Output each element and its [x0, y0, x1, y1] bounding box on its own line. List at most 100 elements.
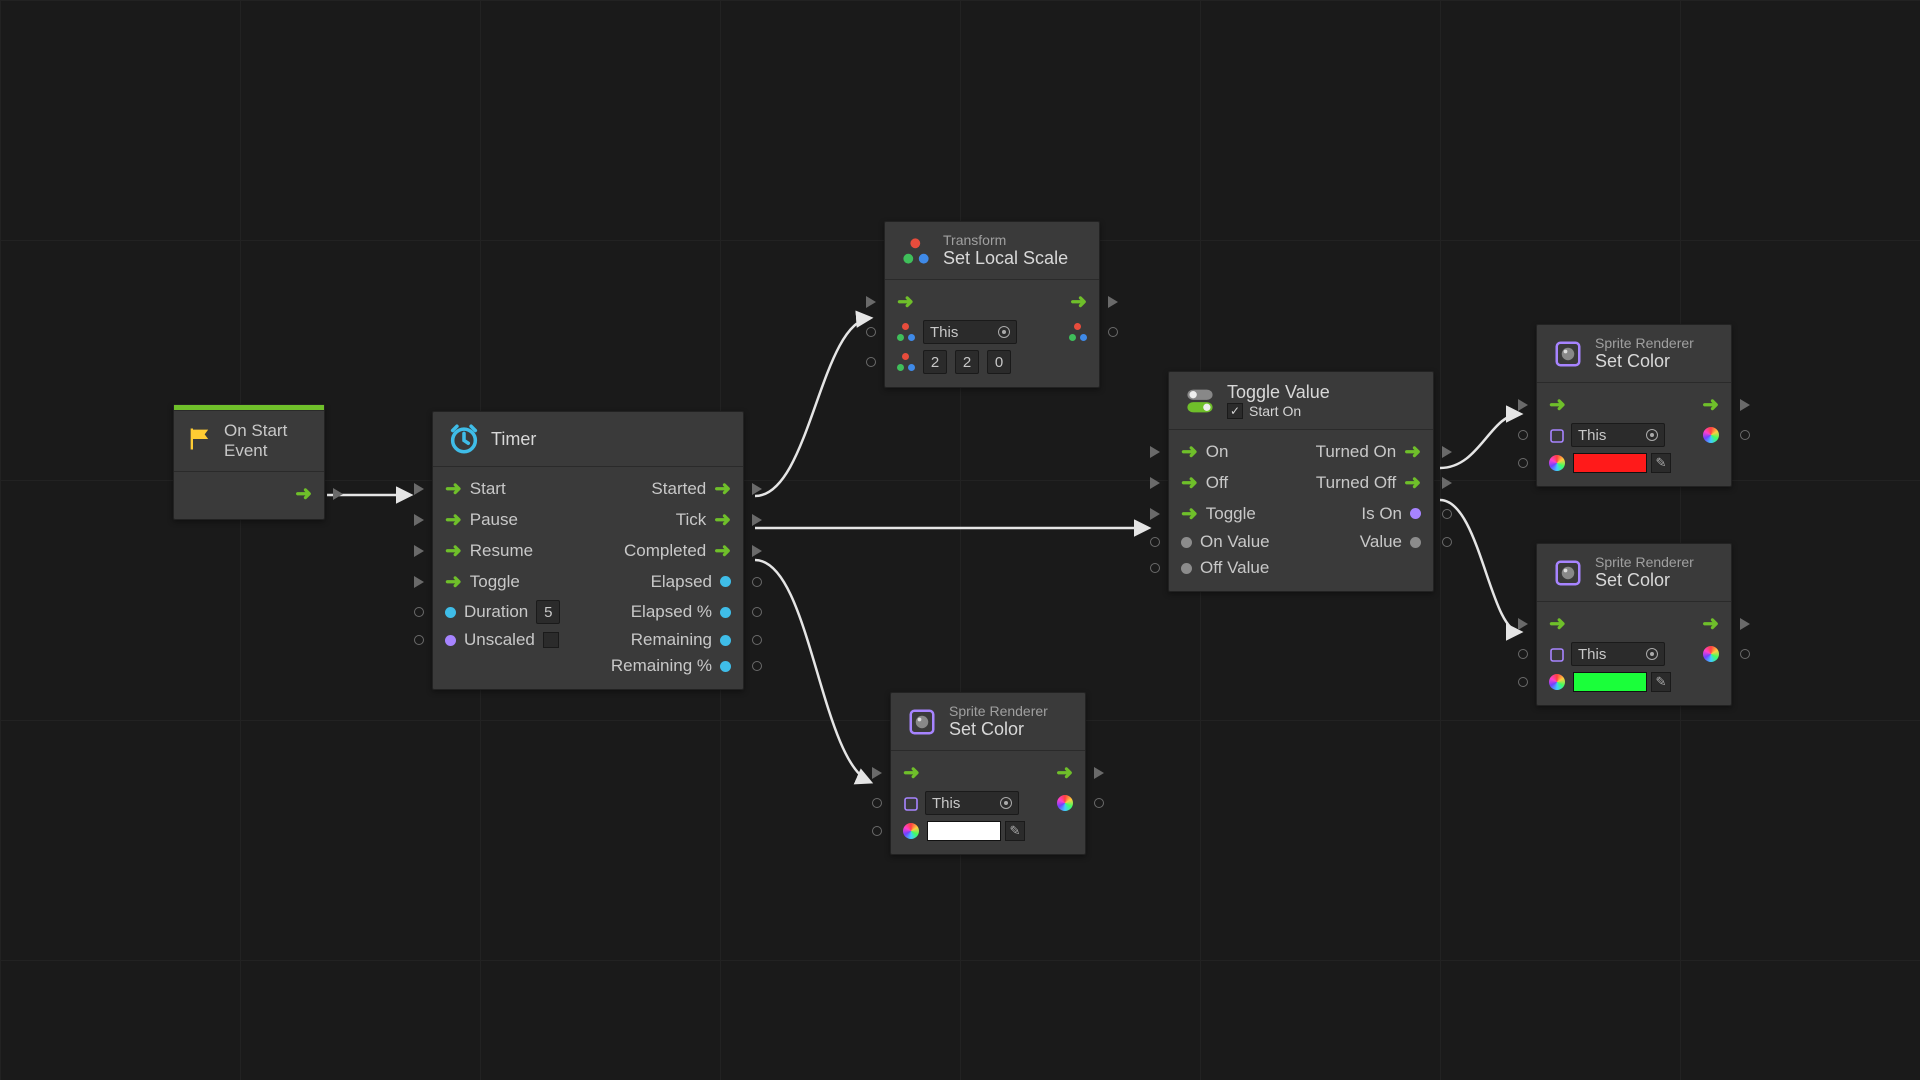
value-in-port[interactable]: [411, 604, 427, 620]
flow-in-port[interactable]: [1147, 506, 1163, 522]
scale-x-field[interactable]: 2: [923, 350, 947, 374]
target-field[interactable]: This: [923, 320, 1017, 344]
value-in-port[interactable]: [1515, 674, 1531, 690]
value-out-port[interactable]: [749, 632, 765, 648]
value-in-port[interactable]: [863, 354, 879, 370]
color-swatch[interactable]: [1573, 453, 1647, 473]
value-out-port[interactable]: [1737, 646, 1753, 662]
flow-out-port[interactable]: [1737, 397, 1753, 413]
pin-value: Value: [1360, 532, 1402, 552]
flow-out-port[interactable]: [330, 486, 346, 502]
value-out-port[interactable]: [749, 604, 765, 620]
node-timer[interactable]: Timer ➜Start Started➜ ➜Pause Tick➜ ➜Resu…: [432, 411, 744, 690]
arrow-icon: ➜: [1181, 501, 1198, 526]
value-out-port[interactable]: [1439, 534, 1455, 550]
node-title: Toggle Value: [1227, 382, 1330, 403]
flow-in-port[interactable]: [411, 512, 427, 528]
value-out-port[interactable]: [749, 574, 765, 590]
arrow-icon: ➜: [897, 289, 914, 314]
target-field[interactable]: This: [1571, 642, 1665, 666]
flow-in-port[interactable]: [1515, 616, 1531, 632]
flow-in-port[interactable]: [863, 294, 879, 310]
value-in-port[interactable]: [1147, 534, 1163, 550]
value-in-port[interactable]: [869, 823, 885, 839]
any-pin-icon: [1410, 537, 1421, 548]
float-pin-icon: [445, 607, 456, 618]
unscaled-checkbox[interactable]: [543, 632, 559, 648]
value-in-port[interactable]: [1515, 646, 1531, 662]
target-field[interactable]: This: [925, 791, 1019, 815]
flow-in-port[interactable]: [1515, 397, 1531, 413]
node-on-start[interactable]: On Start Event ➜: [173, 404, 325, 520]
eyedropper-button[interactable]: ✎: [1651, 453, 1671, 473]
eyedropper-button[interactable]: ✎: [1005, 821, 1025, 841]
color-wheel-icon: [1549, 674, 1565, 690]
duration-field[interactable]: 5: [536, 600, 560, 624]
pin-elapsed: Elapsed: [651, 572, 712, 592]
pin-off: Off: [1206, 473, 1228, 493]
color-wheel-icon: [1703, 646, 1719, 662]
value-in-port[interactable]: [869, 795, 885, 811]
value-out-port[interactable]: [1737, 427, 1753, 443]
value-out-port[interactable]: [1091, 795, 1107, 811]
color-wheel-icon: [1703, 427, 1719, 443]
flow-in-port[interactable]: [411, 543, 427, 559]
value-out-port[interactable]: [1105, 324, 1121, 340]
pin-tick: Tick: [676, 510, 707, 530]
node-toggle-value[interactable]: Toggle Value Start On ➜On Turned On➜ ➜Of…: [1168, 371, 1434, 592]
node-title: Set Local Scale: [943, 248, 1068, 269]
flow-out-port[interactable]: [749, 512, 765, 528]
color-wheel-icon: [1057, 795, 1073, 811]
pin-completed: Completed: [624, 541, 706, 561]
color-wheel-icon: [903, 823, 919, 839]
flow-out-port[interactable]: [1737, 616, 1753, 632]
start-on-checkbox[interactable]: [1227, 403, 1243, 419]
target-value: This: [1578, 427, 1606, 444]
node-set-local-scale[interactable]: Transform Set Local Scale ➜ ➜ This 2 2 0: [884, 221, 1100, 388]
scale-x: 2: [931, 354, 939, 371]
pin-resume: Resume: [470, 541, 533, 561]
flow-in-port[interactable]: [869, 765, 885, 781]
flow-out-port[interactable]: [1091, 765, 1107, 781]
value-in-port[interactable]: [1515, 455, 1531, 471]
pin-toggle: Toggle: [470, 572, 520, 592]
flow-out-port[interactable]: [1439, 475, 1455, 491]
pin-elapsed-pct: Elapsed %: [631, 602, 712, 622]
pin-off-value: Off Value: [1200, 558, 1269, 578]
value-in-port[interactable]: [1147, 560, 1163, 576]
flow-out-port[interactable]: [749, 481, 765, 497]
scale-z-field[interactable]: 0: [987, 350, 1011, 374]
color-swatch[interactable]: [927, 821, 1001, 841]
flow-out-port[interactable]: [1439, 444, 1455, 460]
flow-in-port[interactable]: [411, 481, 427, 497]
color-swatch[interactable]: [1573, 672, 1647, 692]
flow-out-port[interactable]: [1105, 294, 1121, 310]
target-field[interactable]: This: [1571, 423, 1665, 447]
flow-out-port[interactable]: [749, 543, 765, 559]
value-out-port[interactable]: [749, 658, 765, 674]
target-picker-icon: [1000, 797, 1012, 809]
node-set-color-red[interactable]: Sprite Renderer Set Color ➜ ➜ This: [1536, 324, 1732, 487]
start-on-label: Start On: [1249, 403, 1301, 419]
value-in-port[interactable]: [1515, 427, 1531, 443]
flow-in-port[interactable]: [411, 574, 427, 590]
node-title: On Start: [224, 421, 287, 440]
duration-value: 5: [544, 604, 552, 621]
node-set-color-white[interactable]: Sprite Renderer Set Color ➜ ➜ This: [890, 692, 1086, 855]
value-out-port[interactable]: [1439, 506, 1455, 522]
scale-y-field[interactable]: 2: [955, 350, 979, 374]
value-in-port[interactable]: [863, 324, 879, 340]
float-pin-icon: [720, 661, 731, 672]
eyedropper-button[interactable]: ✎: [1651, 672, 1671, 692]
arrow-icon: ➜: [445, 507, 462, 532]
float-pin-icon: [720, 576, 731, 587]
node-set-color-green[interactable]: Sprite Renderer Set Color ➜ ➜ This: [1536, 543, 1732, 706]
flow-in-port[interactable]: [1147, 475, 1163, 491]
pin-started: Started: [651, 479, 706, 499]
arrow-icon: ➜: [1702, 611, 1719, 636]
arrow-icon: ➜: [1549, 392, 1566, 417]
value-in-port[interactable]: [411, 632, 427, 648]
arrow-icon: ➜: [1404, 470, 1421, 495]
flow-in-port[interactable]: [1147, 444, 1163, 460]
object-icon: [903, 796, 917, 810]
